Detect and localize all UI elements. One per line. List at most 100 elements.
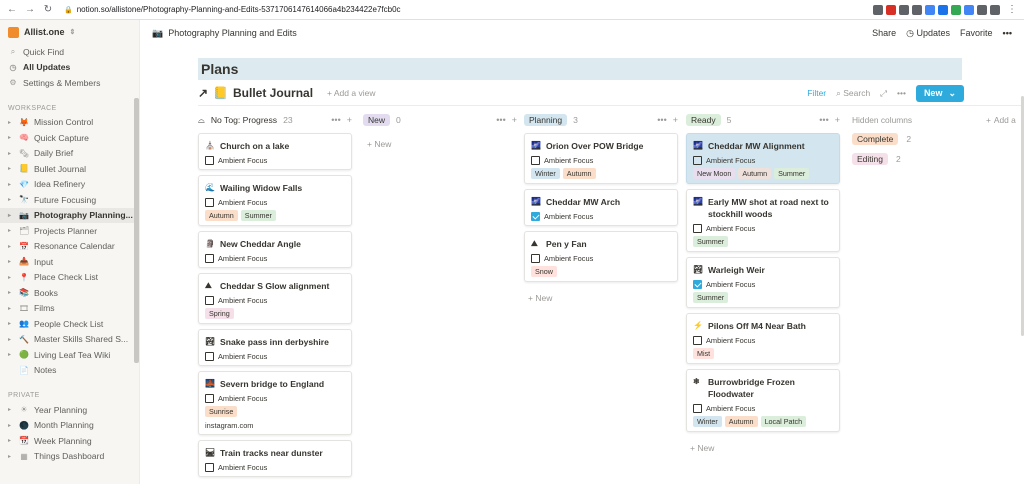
sidebar-item[interactable]: ▸ 📥 Input <box>0 254 139 270</box>
caret-right-icon[interactable]: ▸ <box>8 227 14 234</box>
sidebar-item[interactable]: ▸ 🟢 Living Leaf Tea Wiki <box>0 347 139 363</box>
sidebar-item[interactable]: ▸ 🗂 Projects Planner <box>0 223 139 239</box>
filter-button[interactable]: Filter <box>807 88 826 98</box>
sidebar-item[interactable]: ▸ ▦ Things Dashboard <box>0 449 139 465</box>
plus-icon[interactable]: + <box>835 115 840 125</box>
add-group-button[interactable]: + Add a <box>986 112 1016 128</box>
board-card[interactable]: 🛤 Train tracks near dunster Ambient Focus <box>198 440 352 477</box>
column-header[interactable]: ⌓ No Tog: Progress 23 ••• + <box>198 112 352 128</box>
extension-icon[interactable] <box>951 4 961 15</box>
caret-right-icon[interactable]: ▸ <box>8 320 14 327</box>
sidebar-scrollbar[interactable] <box>134 98 139 363</box>
card-link[interactable]: instagram.com <box>205 421 345 430</box>
caret-right-icon[interactable]: ▸ <box>8 212 14 219</box>
ambient-focus-checkbox[interactable] <box>205 156 214 165</box>
caret-right-icon[interactable]: ▸ <box>8 437 14 444</box>
sidebar-item[interactable]: ▸ 🔭 Future Focusing <box>0 192 139 208</box>
more-options-icon[interactable]: ••• <box>819 115 828 125</box>
plus-icon[interactable]: + <box>347 115 352 125</box>
board-card[interactable]: 🗿 New Cheddar Angle Ambient Focus <box>198 231 352 268</box>
ambient-focus-checkbox[interactable] <box>205 296 214 305</box>
board-card[interactable]: 🏞 Warleigh Weir Ambient Focus Summer <box>686 257 840 308</box>
plus-icon[interactable]: + <box>512 115 517 125</box>
column-header[interactable]: New 0 ••• + <box>363 112 517 128</box>
extension-icon[interactable] <box>990 4 1000 15</box>
board-card[interactable]: ❄ Burrowbridge Frozen Floodwater Ambient F… <box>686 369 840 432</box>
extension-icon[interactable] <box>964 4 974 15</box>
caret-right-icon[interactable]: ▸ <box>8 453 14 460</box>
column-header[interactable]: Ready 5 ••• + <box>686 112 840 128</box>
caret-right-icon[interactable]: ▸ <box>8 305 14 312</box>
ambient-focus-checkbox[interactable] <box>693 156 702 165</box>
more-options-icon[interactable]: ••• <box>331 115 340 125</box>
caret-right-icon[interactable]: ▸ <box>8 165 14 172</box>
menu-icon[interactable]: ⋮ <box>1006 4 1018 16</box>
ambient-focus-checkbox[interactable] <box>531 254 540 263</box>
sidebar-item[interactable]: ⚙ Settings & Members <box>0 75 139 91</box>
ambient-focus-checkbox[interactable] <box>693 336 702 345</box>
sidebar-item[interactable]: ▸ 🎞 Films <box>0 301 139 317</box>
ambient-focus-checkbox[interactable] <box>693 280 702 289</box>
caret-right-icon[interactable]: ▸ <box>8 274 14 281</box>
ambient-focus-checkbox[interactable] <box>205 463 214 472</box>
caret-right-icon[interactable]: ▸ <box>8 119 14 126</box>
caret-right-icon[interactable]: ▸ <box>8 134 14 141</box>
ambient-focus-checkbox[interactable] <box>531 212 540 221</box>
ambient-focus-checkbox[interactable] <box>205 394 214 403</box>
add-card-button[interactable]: + New <box>690 443 714 453</box>
search-button[interactable]: ⌕ Search <box>836 88 870 99</box>
caret-right-icon[interactable]: ▸ <box>8 406 14 413</box>
ambient-focus-checkbox[interactable] <box>531 156 540 165</box>
ambient-focus-checkbox[interactable] <box>693 224 702 233</box>
board-card[interactable]: ⚡ Pilons Off M4 Near Bath Ambient Focus Mis… <box>686 313 840 364</box>
reload-icon[interactable]: ↻ <box>42 4 54 16</box>
board-card[interactable]: 🌌 Orion Over POW Bridge Ambient Focus Winte… <box>524 133 678 184</box>
sidebar-item[interactable]: 📄 Notes <box>0 363 139 379</box>
add-card-button[interactable]: + New <box>528 293 552 303</box>
sidebar-item[interactable]: ▸ 📒 Bullet Journal <box>0 161 139 177</box>
workspace-switcher[interactable]: Allist.one ⇕ <box>0 20 139 44</box>
add-card-button[interactable]: + New <box>367 139 391 149</box>
ambient-focus-checkbox[interactable] <box>205 254 214 263</box>
sidebar-item[interactable]: ▸ 👥 People Check List <box>0 316 139 332</box>
favorite-button[interactable]: Favorite <box>960 28 993 38</box>
breadcrumb[interactable]: 📷 Photography Planning and Edits <box>152 28 297 39</box>
caret-right-icon[interactable]: ▸ <box>8 196 14 203</box>
sidebar-item[interactable]: ▸ 🌑 Month Planning <box>0 418 139 434</box>
sidebar-item[interactable]: ▸ ☀ Year Planning <box>0 402 139 418</box>
sidebar-item[interactable]: ◷ All Updates <box>0 60 139 76</box>
caret-right-icon[interactable]: ▸ <box>8 289 14 296</box>
sidebar-item[interactable]: ▸ 🔨 Master Skills Shared S... <box>0 332 139 348</box>
more-options-icon[interactable]: ••• <box>657 115 666 125</box>
sidebar-item[interactable]: ▸ 💎 Idea Refinery <box>0 177 139 193</box>
board-card[interactable]: 🌊 Wailing Widow Falls Ambient Focus Autumn S… <box>198 175 352 226</box>
share-button[interactable]: Share <box>872 28 896 38</box>
sidebar-item[interactable]: ▸ 📍 Place Check List <box>0 270 139 286</box>
ambient-focus-checkbox[interactable] <box>205 198 214 207</box>
add-view-button[interactable]: + Add a view <box>327 88 375 98</box>
board-card[interactable]: 🏞 Snake pass inn derbyshire Ambient Focus <box>198 329 352 366</box>
board-card[interactable]: 🌉 Severn bridge to England Ambient Focus Su… <box>198 371 352 435</box>
board-card[interactable]: 🌌 Early MW shot at road next to stockhill… <box>686 189 840 252</box>
forward-icon[interactable]: → <box>24 4 36 16</box>
extension-icon[interactable] <box>977 4 987 15</box>
expand-icon[interactable]: ⤢ <box>880 88 887 99</box>
more-button[interactable]: ••• <box>1003 28 1012 38</box>
ambient-focus-checkbox[interactable] <box>693 404 702 413</box>
sidebar-item[interactable]: ▸ 📅 Resonance Calendar <box>0 239 139 255</box>
board-card[interactable]: ⛰ Cheddar S Glow alignment Ambient Focus Sp… <box>198 273 352 324</box>
sidebar-item[interactable]: ⌕ Quick Find <box>0 44 139 60</box>
extension-icon[interactable] <box>899 4 909 15</box>
back-icon[interactable]: ← <box>6 4 18 16</box>
sidebar-item[interactable]: ▸ 🗞 Daily Brief <box>0 146 139 162</box>
caret-right-icon[interactable]: ▸ <box>8 243 14 250</box>
new-button[interactable]: New ⌄ <box>915 84 964 102</box>
board-card[interactable]: 🌌 Cheddar MW Alignment Ambient Focus New Mo… <box>686 133 840 184</box>
caret-right-icon[interactable]: ▸ <box>8 181 14 188</box>
view-title[interactable]: ↗ 📒 Bullet Journal <box>198 86 313 100</box>
ambient-focus-checkbox[interactable] <box>205 352 214 361</box>
updates-button[interactable]: ◷ Updates <box>906 28 950 39</box>
caret-right-icon[interactable]: ▸ <box>8 351 14 358</box>
caret-right-icon[interactable]: ▸ <box>8 422 14 429</box>
sidebar-item[interactable]: ▸ 📆 Week Planning <box>0 433 139 449</box>
